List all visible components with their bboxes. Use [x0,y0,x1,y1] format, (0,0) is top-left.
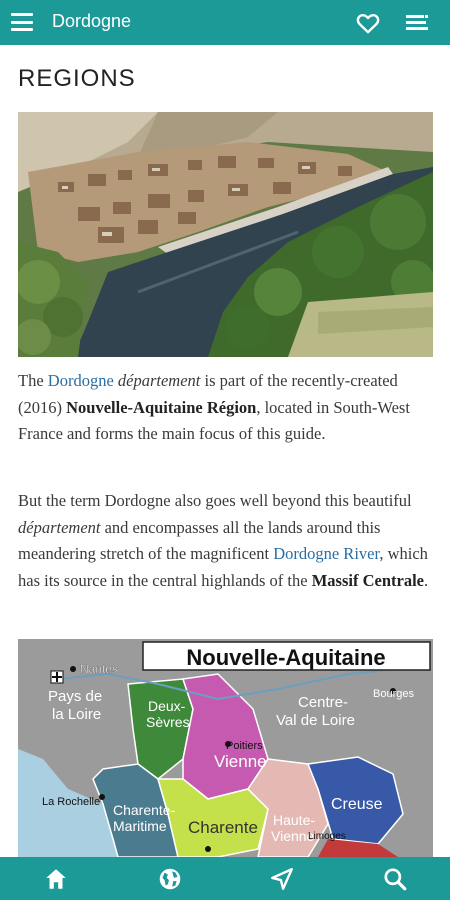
svg-text:Val de Loire: Val de Loire [276,712,355,729]
dordogne-river-link[interactable]: Dordogne River [273,544,379,563]
svg-text:Vienne: Vienne [214,752,267,771]
bottom-nav [0,857,450,900]
menu-icon[interactable] [11,13,33,31]
detail-paragraph: But the term Dordogne also goes well bey… [18,491,429,590]
search-icon[interactable] [382,866,408,892]
app-bar: Dordogne [0,0,450,45]
content-area[interactable]: REGIONS The Dordogne département is part… [0,45,450,857]
dordogne-link[interactable]: Dordogne [48,371,114,390]
navigation-icon[interactable] [269,866,295,892]
svg-text:Centre-: Centre- [298,694,348,711]
svg-text:Charente-: Charente- [113,802,176,818]
svg-text:Poitiers: Poitiers [226,740,263,752]
app-title: Dordogne [52,11,132,31]
svg-text:Creuse: Creuse [331,796,383,813]
svg-text:Haute-: Haute- [273,812,315,828]
svg-text:La Rochelle: La Rochelle [42,796,100,808]
svg-text:la Loire: la Loire [52,706,101,723]
heart-icon[interactable] [355,10,381,36]
region-map: Nouvelle-Aquitaine Nantes Pays de la Loi… [18,639,433,857]
svg-text:Bourges: Bourges [373,688,414,700]
svg-text:Maritime: Maritime [113,818,167,834]
svg-text:Pays de: Pays de [48,688,102,705]
svg-text:Nantes: Nantes [80,662,118,676]
list-icon[interactable] [404,11,430,35]
page-title: REGIONS [18,65,136,92]
svg-text:Limoges: Limoges [308,831,346,842]
intro-paragraph: The Dordogne département is part of the … [18,371,410,443]
svg-text:Charente: Charente [188,818,258,837]
svg-text:Deux-: Deux- [148,698,186,714]
home-icon[interactable] [43,866,69,892]
globe-icon[interactable] [157,866,183,892]
svg-text:Sèvres: Sèvres [146,714,190,730]
map-title: Nouvelle-Aquitaine [186,645,385,670]
dordogne-river-photo [18,112,433,357]
